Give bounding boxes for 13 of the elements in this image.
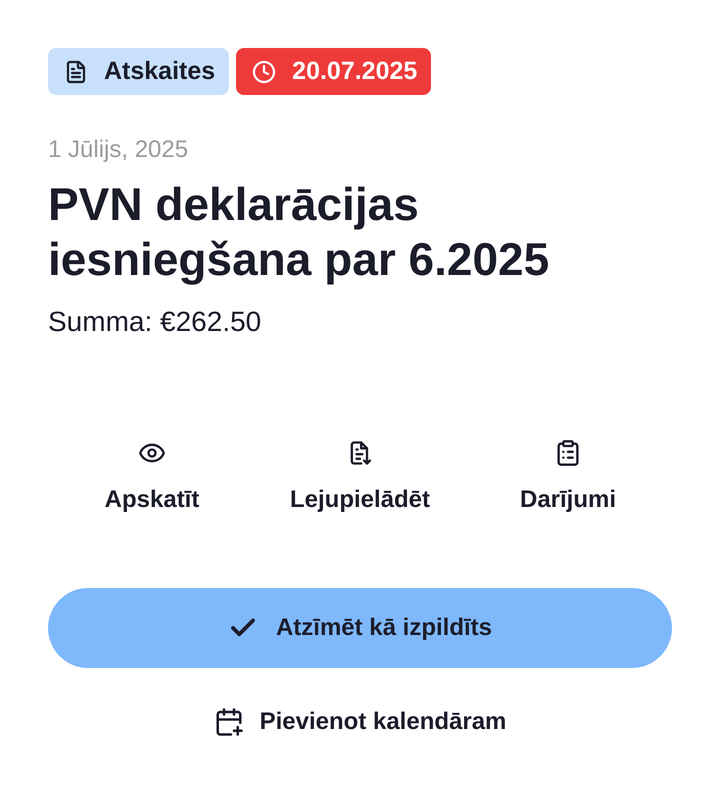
- category-badge: Atskaites: [48, 48, 230, 95]
- add-to-calendar-button[interactable]: Pievienot kalendāram: [214, 706, 506, 738]
- calendar-plus-icon: [214, 707, 244, 737]
- amount-text: Summa: €262.50: [48, 305, 262, 339]
- task-title: PVN deklarācijas iesniegšana par 6.2025: [48, 177, 550, 287]
- deadline-badge: 20.07.2025: [236, 48, 432, 95]
- date-text: 1 Jūlijs, 2025: [48, 135, 190, 165]
- action-button[interactable]: Darījumi: [520, 439, 616, 516]
- clock-icon: [252, 60, 276, 84]
- action-button[interactable]: Lejupielādēt: [290, 439, 430, 516]
- document-icon: [64, 60, 88, 84]
- mark-done-button[interactable]: Atzīmēt kā izpildīts: [48, 588, 672, 668]
- action-button[interactable]: Apskatīt: [104, 439, 200, 516]
